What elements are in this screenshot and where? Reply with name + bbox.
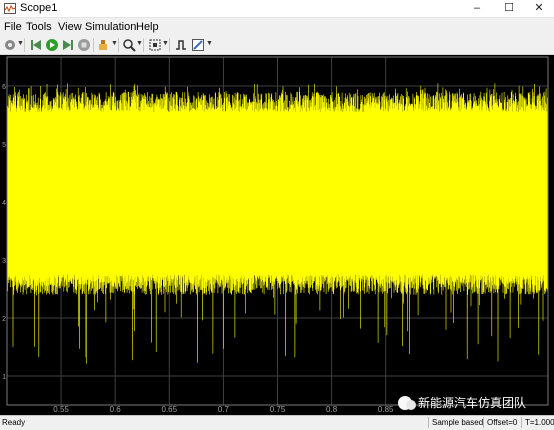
y-tick-label: 3: [2, 258, 6, 265]
x-tick-label: 0.85: [378, 405, 394, 414]
run-icon[interactable]: [45, 38, 59, 52]
y-tick-label: 4: [2, 200, 6, 207]
status-sample-mode: Sample based: [428, 417, 485, 428]
menu-simulation[interactable]: Simulation: [85, 21, 136, 33]
x-tick-label: 0.6: [110, 405, 122, 414]
status-time: T=1.000: [521, 417, 554, 428]
x-tick-label: 0.55: [53, 405, 69, 414]
window-title: Scope1: [20, 2, 58, 14]
settings-dropdown-icon[interactable]: ▼: [17, 40, 24, 47]
step-back-icon[interactable]: [29, 38, 43, 52]
style-icon[interactable]: [191, 38, 205, 52]
y-tick-label: 1: [2, 374, 6, 381]
y-tick-label: 2: [2, 316, 6, 323]
matlab-app-icon: [4, 3, 16, 14]
status-ready: Ready: [2, 418, 26, 427]
maximize-button[interactable]: ☐: [494, 0, 524, 17]
toolbar-separator: [24, 38, 25, 52]
wechat-logo-icon-part: [406, 400, 416, 410]
autoscale-icon[interactable]: [148, 38, 162, 52]
status-bar: Ready Sample based Offset=0 T=1.000: [0, 415, 554, 430]
close-button[interactable]: ✕: [524, 0, 554, 17]
menu-bar: File Tools View Simulation Help: [0, 18, 554, 35]
menu-help[interactable]: Help: [136, 21, 159, 33]
x-tick-label: 0.65: [162, 405, 178, 414]
scope-chart[interactable]: 0.55 0.6 0.65 0.7 0.75 0.8 0.85 1 2 3 4 5 6 新能源汽车仿真团…: [0, 55, 554, 415]
zoom-dropdown-icon[interactable]: ▼: [136, 40, 143, 47]
highlight-dropdown-icon[interactable]: ▼: [111, 40, 118, 47]
style-dropdown-icon[interactable]: ▼: [206, 40, 213, 47]
x-tick-label: 0.7: [218, 405, 230, 414]
x-tick-label: 0.75: [270, 405, 286, 414]
highlight-icon[interactable]: [97, 38, 111, 52]
minimize-button[interactable]: –: [462, 0, 492, 17]
watermark: 新能源汽车仿真团队: [398, 395, 526, 410]
status-offset: Offset=0: [483, 417, 523, 428]
settings-icon[interactable]: [3, 38, 17, 52]
toolbar-separator: [143, 38, 144, 52]
scope-plot-area[interactable]: 0.55 0.6 0.65 0.7 0.75 0.8 0.85 1 2 3 4 5 6 新能源汽车仿真团…: [0, 55, 554, 415]
autoscale-dropdown-icon[interactable]: ▼: [162, 40, 169, 47]
triggers-icon[interactable]: [174, 38, 188, 52]
toolbar-separator: [118, 38, 119, 52]
menu-view[interactable]: View: [58, 21, 82, 33]
menu-file[interactable]: File: [4, 21, 22, 33]
y-tick-label: 6: [2, 84, 6, 91]
x-tick-label: 0.8: [326, 405, 338, 414]
title-bar: Scope1 – ☐ ✕: [0, 0, 554, 18]
stop-icon[interactable]: [77, 38, 91, 52]
toolbar-separator: [169, 38, 170, 52]
zoom-icon[interactable]: [122, 38, 136, 52]
step-forward-icon[interactable]: [61, 38, 75, 52]
toolbar-separator: [93, 38, 94, 52]
watermark-text: 新能源汽车仿真团队: [418, 395, 526, 410]
menu-tools[interactable]: Tools: [26, 21, 52, 33]
y-tick-label: 5: [2, 142, 6, 149]
toolbar: ▼ ▼ ▼ ▼ ▼: [0, 36, 554, 55]
